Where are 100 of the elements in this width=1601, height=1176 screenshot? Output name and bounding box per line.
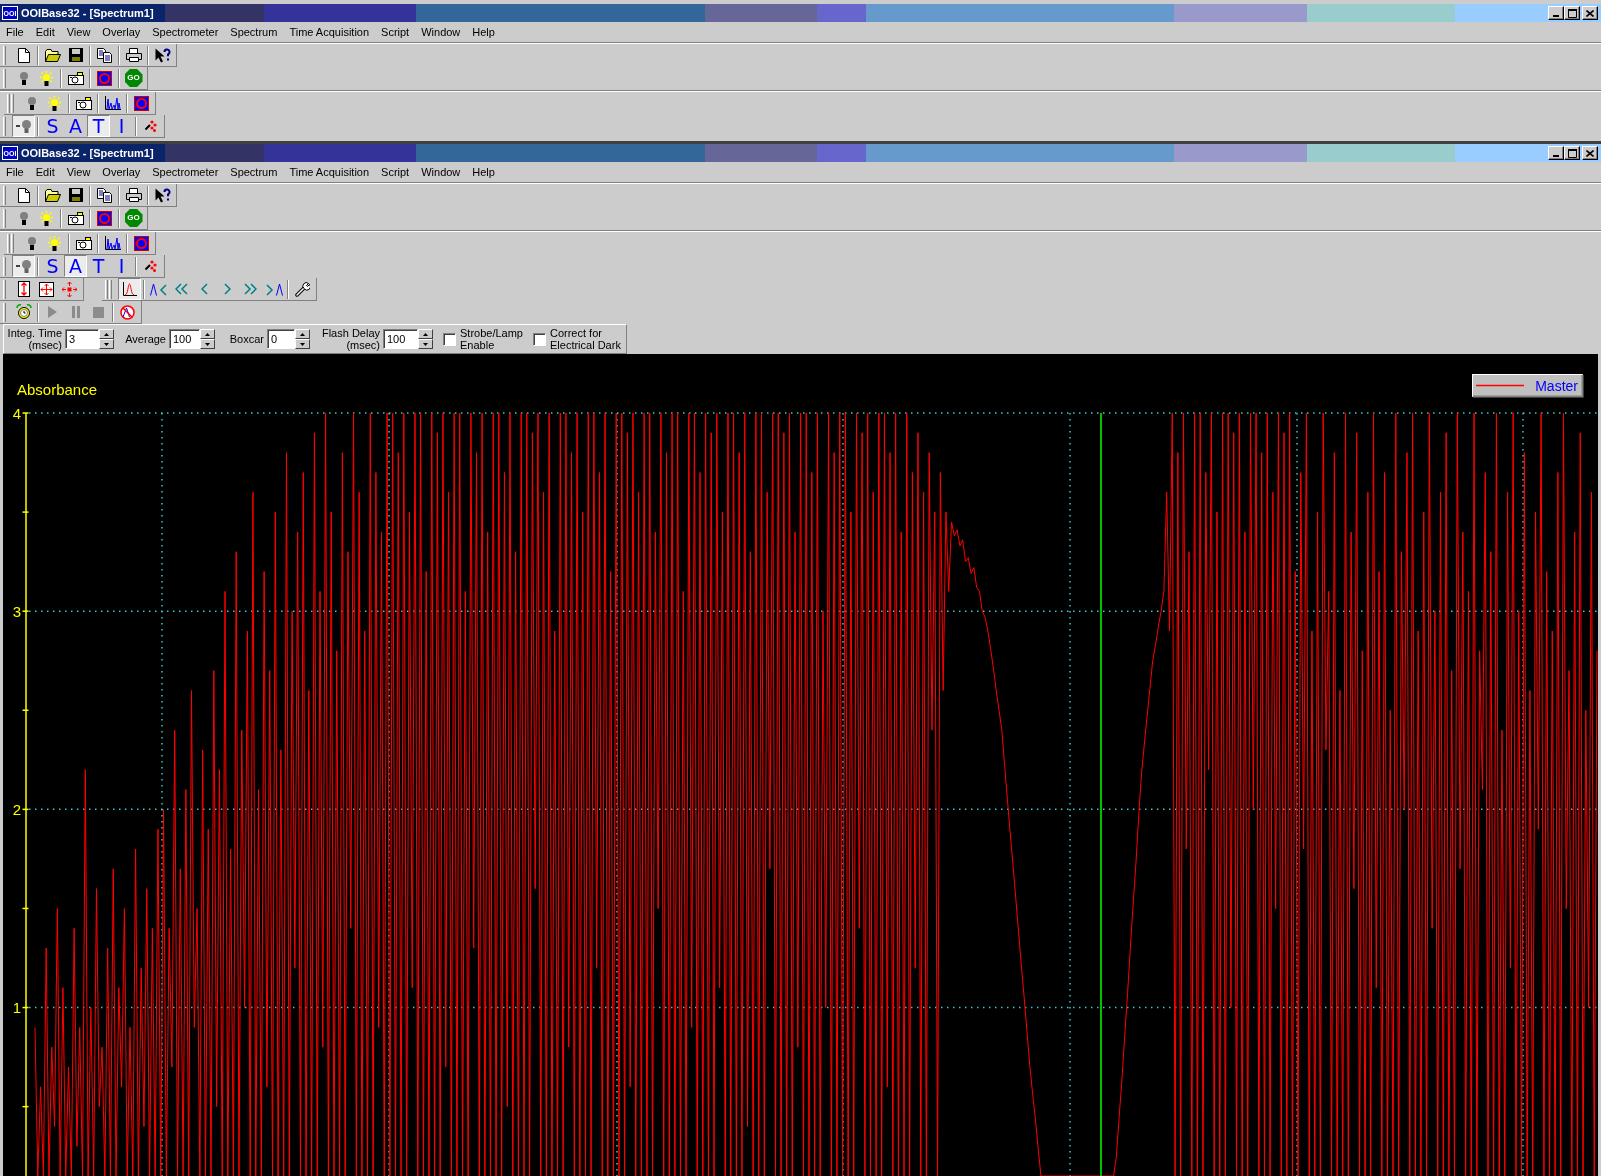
- alarm-clock-icon: [15, 304, 32, 320]
- menu-item[interactable]: Script: [375, 25, 416, 39]
- spin-up-button[interactable]: [200, 329, 215, 339]
- axis-title: Absorbance: [17, 381, 98, 398]
- menu-item[interactable]: Overlay: [96, 165, 147, 179]
- folder-icon: [44, 48, 61, 62]
- mode-button[interactable]: T: [87, 255, 110, 277]
- axis-tick-label: 1: [12, 999, 21, 1017]
- mode-button[interactable]: S: [41, 115, 64, 137]
- spin-down-button[interactable]: [295, 339, 310, 349]
- menu-item[interactable]: Help: [466, 25, 501, 39]
- menu-item[interactable]: Edit: [29, 25, 61, 39]
- menu-item[interactable]: Help: [466, 165, 501, 179]
- close-button[interactable]: [1582, 146, 1598, 160]
- spin-down-button[interactable]: [99, 339, 114, 349]
- maximize-button[interactable]: [1564, 146, 1580, 160]
- lit-bulb-icon: [47, 95, 62, 111]
- minus-bulb-icon: [16, 259, 31, 273]
- menu-item[interactable]: Time Acquisition: [283, 165, 376, 179]
- folder-icon: [44, 188, 61, 202]
- menu-item[interactable]: Overlay: [96, 25, 147, 39]
- mode-button[interactable]: A: [64, 115, 87, 137]
- spin-up-button[interactable]: [295, 329, 310, 339]
- menu-item[interactable]: Window: [415, 165, 467, 179]
- checkbox[interactable]: [533, 332, 546, 346]
- bulb-icon: [27, 96, 36, 110]
- menu-item[interactable]: Spectrometer: [146, 25, 225, 39]
- caret-down-icon: [423, 342, 428, 346]
- go-button[interactable]: GO: [124, 69, 143, 87]
- bulb-icon: [19, 211, 28, 225]
- axis-tick-label: 2: [12, 800, 21, 818]
- spin-field[interactable]: 100: [169, 329, 200, 349]
- go-button[interactable]: GO: [124, 209, 143, 227]
- stop-icon: [93, 306, 104, 318]
- spin-field[interactable]: 3: [65, 329, 99, 349]
- field-label: Average: [124, 333, 166, 345]
- maximize-icon: [1567, 8, 1577, 18]
- double-chevron-left-icon: [175, 283, 188, 295]
- minimize-button[interactable]: [1548, 146, 1564, 160]
- window-title: OOIBase32 - [Spectrum1]: [21, 146, 154, 160]
- menu-item[interactable]: Time Acquisition: [283, 25, 376, 39]
- mode-button[interactable]: I: [110, 115, 133, 137]
- menu-item[interactable]: Edit: [29, 165, 61, 179]
- caret-down-icon: [205, 342, 210, 346]
- peak-left-icon: [149, 282, 168, 296]
- field-label: Boxcar: [228, 333, 264, 345]
- line-swatch-icon: [1475, 384, 1525, 387]
- spin-down-button[interactable]: [200, 339, 215, 349]
- copy-icon: [97, 47, 112, 63]
- printer-icon: [125, 188, 142, 202]
- close-icon: [1586, 149, 1594, 157]
- axis-toggle-button[interactable]: [118, 278, 141, 300]
- spin-up-button[interactable]: [418, 329, 433, 339]
- ring-icon: [97, 70, 112, 86]
- double-chevron-right-icon: [244, 283, 257, 295]
- arrows-out-icon: [62, 281, 77, 297]
- caret-down-icon: [300, 342, 305, 346]
- axis-tick-label: 3: [12, 602, 21, 620]
- minimize-button[interactable]: [1548, 6, 1564, 20]
- menu-item[interactable]: View: [60, 25, 97, 39]
- crossed-peak-icon: [120, 304, 135, 320]
- spin-field[interactable]: 0: [267, 329, 295, 349]
- menu-item[interactable]: Spectrum: [224, 25, 284, 39]
- document-icon: [17, 187, 30, 203]
- menu-item[interactable]: File: [0, 25, 30, 39]
- pause-icon: [71, 306, 80, 318]
- camera-icon: [75, 96, 92, 110]
- mode-button[interactable]: A: [64, 255, 87, 277]
- lit-bulb-icon: [47, 235, 62, 251]
- camera-icon: [67, 71, 84, 85]
- menu-item[interactable]: Spectrum: [224, 165, 284, 179]
- maximize-icon: [1567, 148, 1577, 158]
- caret-up-icon: [423, 332, 428, 336]
- maximize-button[interactable]: [1564, 6, 1580, 20]
- spectrum-peaks-icon: [104, 236, 121, 250]
- spin-field[interactable]: 100: [383, 329, 418, 349]
- lamp-toggle-button[interactable]: [12, 255, 35, 277]
- mode-button[interactable]: T: [87, 115, 110, 137]
- crosshair-icon: [39, 281, 54, 297]
- field-label: Flash Delay (msec): [320, 327, 380, 351]
- menu-item[interactable]: View: [60, 165, 97, 179]
- mode-button[interactable]: I: [110, 255, 133, 277]
- spin-down-button[interactable]: [418, 339, 433, 349]
- spectrum-peaks-icon: [104, 96, 121, 110]
- chevron-left-icon: [201, 283, 208, 295]
- spin-up-button[interactable]: [99, 329, 114, 339]
- checkbox[interactable]: [443, 332, 456, 346]
- lamp-toggle-button[interactable]: [12, 115, 35, 137]
- caret-up-icon: [104, 332, 109, 336]
- menu-item[interactable]: Script: [375, 165, 416, 179]
- menu-item[interactable]: Spectrometer: [146, 165, 225, 179]
- menu-item[interactable]: File: [0, 165, 30, 179]
- mode-button[interactable]: S: [41, 255, 64, 277]
- axis-tick-label: 4: [12, 404, 21, 422]
- menu-item[interactable]: Window: [415, 25, 467, 39]
- ring-icon: [134, 235, 149, 251]
- bulb-icon: [19, 71, 28, 85]
- lit-bulb-icon: [39, 70, 54, 86]
- checkbox-label: Strobe/Lamp Enable: [460, 327, 523, 351]
- close-button[interactable]: [1582, 6, 1598, 20]
